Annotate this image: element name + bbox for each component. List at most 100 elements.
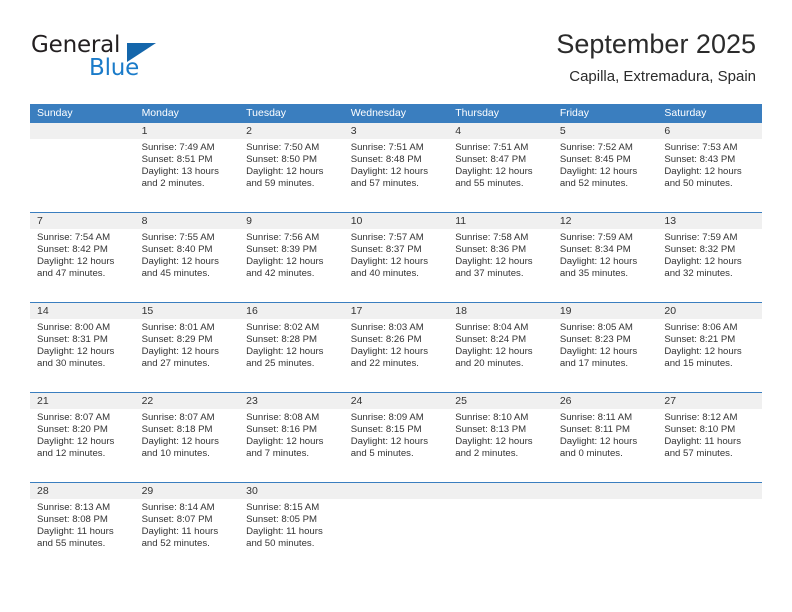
day-number: 14 xyxy=(37,305,49,317)
day-number: 2 xyxy=(246,125,252,137)
day-cell[interactable]: Sunrise: 8:07 AM Sunset: 8:18 PM Dayligh… xyxy=(135,409,240,482)
week-daynumber-strip: 1 2 3 4 5 6 xyxy=(30,123,762,139)
sunset-text: Sunset: 8:16 PM xyxy=(246,424,318,436)
day-number: 1 xyxy=(141,125,148,137)
day-number: 17 xyxy=(350,305,363,317)
daylight-text-line2: and 55 minutes. xyxy=(37,538,106,550)
day-number xyxy=(553,483,658,499)
daylight-text-line1: Daylight: 12 hours xyxy=(559,436,638,448)
logo-text-blue: Blue xyxy=(89,55,140,81)
daylight-text-line1: Daylight: 12 hours xyxy=(455,256,533,268)
day-cell[interactable] xyxy=(553,499,658,572)
daylight-text-line1: Daylight: 11 hours xyxy=(664,436,741,448)
sunrise-text: Sunrise: 8:08 AM xyxy=(246,412,320,423)
day-cell[interactable]: Sunrise: 7:49 AM Sunset: 8:51 PM Dayligh… xyxy=(135,139,240,212)
day-cell[interactable] xyxy=(344,499,449,572)
day-number: 15 xyxy=(141,305,154,317)
daylight-text-line2: and 47 minutes. xyxy=(37,268,106,280)
day-cell[interactable]: Sunrise: 7:52 AM Sunset: 8:45 PM Dayligh… xyxy=(553,139,658,212)
sunset-text: Sunset: 8:32 PM xyxy=(664,244,736,256)
daylight-text-line2: and 32 minutes. xyxy=(664,268,733,280)
day-cell[interactable]: Sunrise: 7:59 AM Sunset: 8:32 PM Dayligh… xyxy=(657,229,762,302)
day-cell[interactable]: Sunrise: 8:11 AM Sunset: 8:11 PM Dayligh… xyxy=(553,409,658,482)
day-cell[interactable]: Sunrise: 7:55 AM Sunset: 8:40 PM Dayligh… xyxy=(135,229,240,302)
day-cell[interactable]: Sunrise: 7:57 AM Sunset: 8:37 PM Dayligh… xyxy=(344,229,449,302)
week-detail-strip: Sunrise: 8:13 AM Sunset: 8:08 PM Dayligh… xyxy=(30,499,762,572)
day-cell[interactable]: Sunrise: 8:03 AM Sunset: 8:26 PM Dayligh… xyxy=(344,319,449,392)
day-cell[interactable]: Sunrise: 8:08 AM Sunset: 8:16 PM Dayligh… xyxy=(239,409,344,482)
sunrise-text: Sunrise: 7:59 AM xyxy=(559,232,633,243)
day-cell[interactable]: Sunrise: 7:59 AM Sunset: 8:34 PM Dayligh… xyxy=(553,229,658,302)
daylight-text-line2: and 37 minutes. xyxy=(455,268,524,280)
daylight-text-line1: Daylight: 12 hours xyxy=(350,346,429,358)
day-cell[interactable]: Sunrise: 7:54 AM Sunset: 8:42 PM Dayligh… xyxy=(30,229,135,302)
daylight-text-line2: and 15 minutes. xyxy=(664,358,733,370)
day-cell[interactable]: Sunrise: 7:51 AM Sunset: 8:47 PM Dayligh… xyxy=(448,139,553,212)
daylight-text-line2: and 30 minutes. xyxy=(37,358,106,370)
day-cell[interactable]: Sunrise: 8:06 AM Sunset: 8:21 PM Dayligh… xyxy=(657,319,762,392)
sunrise-text: Sunrise: 7:57 AM xyxy=(350,232,424,243)
day-number: 23 xyxy=(246,395,258,407)
day-number: 3 xyxy=(350,125,357,137)
day-number xyxy=(344,483,449,499)
day-cell[interactable]: Sunrise: 7:50 AM Sunset: 8:50 PM Dayligh… xyxy=(239,139,344,212)
week-row: 28 29 30 Sunrise: 8:13 AM Sunset: 8:08 P… xyxy=(30,482,762,572)
weekday-sunday: Sunday xyxy=(37,107,73,119)
daylight-text-line2: and 57 minutes. xyxy=(350,178,419,190)
day-cell[interactable]: Sunrise: 8:01 AM Sunset: 8:29 PM Dayligh… xyxy=(135,319,240,392)
sunset-text: Sunset: 8:11 PM xyxy=(559,424,631,436)
day-cell[interactable]: Sunrise: 8:00 AM Sunset: 8:31 PM Dayligh… xyxy=(30,319,135,392)
day-cell[interactable]: Sunrise: 8:14 AM Sunset: 8:07 PM Dayligh… xyxy=(135,499,240,572)
day-number: 28 xyxy=(37,485,49,497)
day-cell[interactable]: Sunrise: 8:07 AM Sunset: 8:20 PM Dayligh… xyxy=(30,409,135,482)
daylight-text-line1: Daylight: 12 hours xyxy=(246,166,324,178)
daylight-text-line2: and 45 minutes. xyxy=(141,268,210,280)
day-cell[interactable]: Sunrise: 8:13 AM Sunset: 8:08 PM Dayligh… xyxy=(30,499,135,572)
sunrise-text: Sunrise: 8:14 AM xyxy=(141,502,215,513)
day-cell[interactable] xyxy=(657,499,762,572)
sunset-text: Sunset: 8:50 PM xyxy=(246,154,318,166)
day-cell[interactable]: Sunrise: 8:15 AM Sunset: 8:05 PM Dayligh… xyxy=(239,499,344,572)
sunrise-text: Sunrise: 7:55 AM xyxy=(141,232,215,243)
weekday-friday: Friday xyxy=(559,107,589,119)
day-cell[interactable]: Sunrise: 7:53 AM Sunset: 8:43 PM Dayligh… xyxy=(657,139,762,212)
day-cell[interactable]: Sunrise: 8:12 AM Sunset: 8:10 PM Dayligh… xyxy=(657,409,762,482)
sunset-text: Sunset: 8:20 PM xyxy=(37,424,108,436)
day-number: 25 xyxy=(455,395,467,407)
sunrise-text: Sunrise: 7:56 AM xyxy=(246,232,320,243)
daylight-text-line1: Daylight: 12 hours xyxy=(37,256,115,268)
daylight-text-line2: and 2 minutes. xyxy=(141,178,205,190)
sunset-text: Sunset: 8:23 PM xyxy=(559,334,631,346)
week-detail-strip: Sunrise: 8:00 AM Sunset: 8:31 PM Dayligh… xyxy=(30,319,762,392)
day-cell[interactable] xyxy=(30,139,135,212)
sunset-text: Sunset: 8:08 PM xyxy=(37,514,108,526)
day-cell[interactable]: Sunrise: 8:10 AM Sunset: 8:13 PM Dayligh… xyxy=(448,409,553,482)
daylight-text-line1: Daylight: 12 hours xyxy=(455,346,533,358)
day-number: 6 xyxy=(664,125,671,137)
daylight-text-line2: and 7 minutes. xyxy=(246,448,310,460)
sunset-text: Sunset: 8:39 PM xyxy=(246,244,318,256)
day-cell[interactable] xyxy=(448,499,553,572)
sunset-text: Sunset: 8:36 PM xyxy=(455,244,527,256)
day-cell[interactable]: Sunrise: 8:02 AM Sunset: 8:28 PM Dayligh… xyxy=(239,319,344,392)
sunrise-text: Sunrise: 8:10 AM xyxy=(455,412,529,423)
daylight-text-line2: and 12 minutes. xyxy=(37,448,106,460)
generalblue-logo[interactable]: General Blue xyxy=(31,32,171,84)
day-cell[interactable]: Sunrise: 8:05 AM Sunset: 8:23 PM Dayligh… xyxy=(553,319,658,392)
daylight-text-line1: Daylight: 12 hours xyxy=(246,256,324,268)
daylight-text-line2: and 2 minutes. xyxy=(455,448,519,460)
day-cell[interactable]: Sunrise: 8:09 AM Sunset: 8:15 PM Dayligh… xyxy=(344,409,449,482)
day-cell[interactable]: Sunrise: 7:58 AM Sunset: 8:36 PM Dayligh… xyxy=(448,229,553,302)
daylight-text-line2: and 52 minutes. xyxy=(141,538,210,550)
day-cell[interactable]: Sunrise: 8:04 AM Sunset: 8:24 PM Dayligh… xyxy=(448,319,553,392)
day-number: 7 xyxy=(37,215,43,227)
sunset-text: Sunset: 8:21 PM xyxy=(664,334,736,346)
sunrise-text: Sunrise: 7:51 AM xyxy=(455,142,529,153)
page-header: General Blue September 2025 Capilla, Ext… xyxy=(0,0,792,100)
sunrise-text: Sunrise: 8:15 AM xyxy=(246,502,320,513)
week-row: 14 15 16 17 18 19 20 Sunrise: 8:00 AM Su… xyxy=(30,302,762,392)
day-cell[interactable]: Sunrise: 7:56 AM Sunset: 8:39 PM Dayligh… xyxy=(239,229,344,302)
day-number: 22 xyxy=(141,395,154,407)
sunrise-text: Sunrise: 7:53 AM xyxy=(664,142,738,153)
day-cell[interactable]: Sunrise: 7:51 AM Sunset: 8:48 PM Dayligh… xyxy=(344,139,449,212)
